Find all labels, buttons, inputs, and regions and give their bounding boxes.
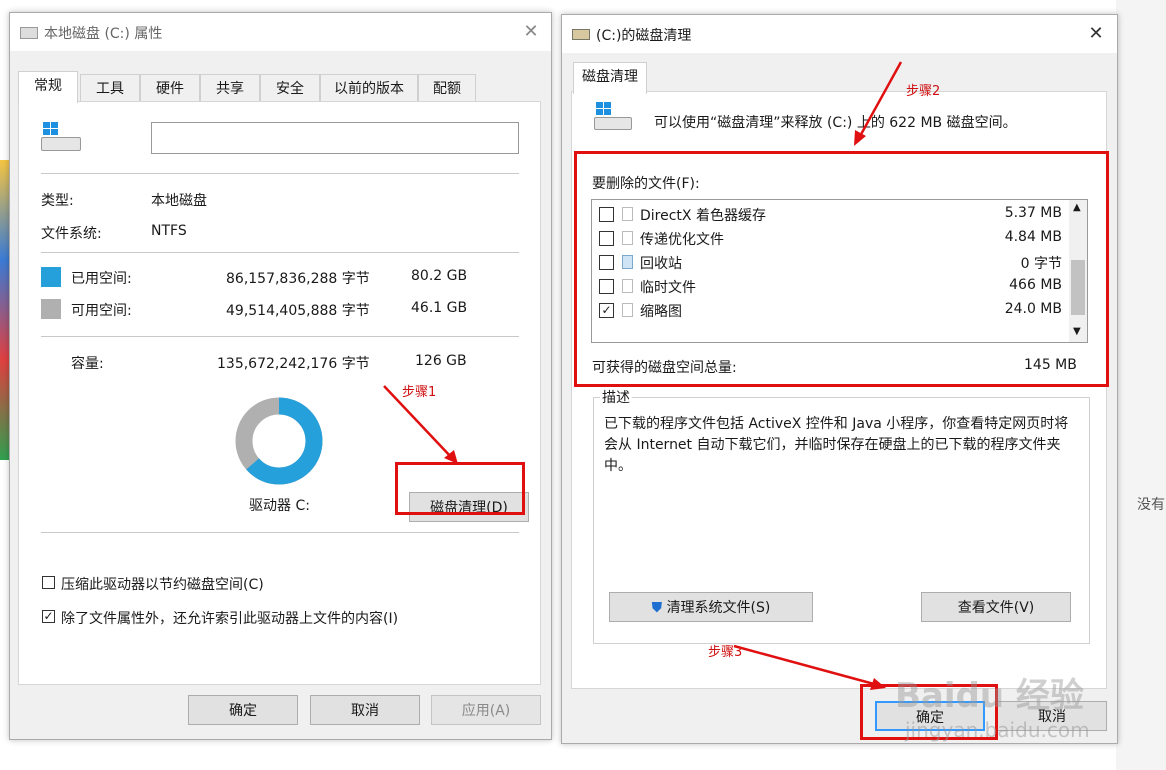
properties-titlebar: 本地磁盘 (C:) 属性 ✕ xyxy=(10,13,551,51)
drive-small-icon xyxy=(20,27,38,39)
close-icon[interactable]: ✕ xyxy=(520,21,542,43)
clean-system-files-label: 清理系统文件(S) xyxy=(666,600,771,616)
drive-label-input[interactable] xyxy=(151,122,519,154)
divider xyxy=(41,173,519,174)
free-color-swatch xyxy=(41,299,61,319)
properties-window: 本地磁盘 (C:) 属性 ✕ 常规 工具 硬件 共享 安全 以前的版本 配额 类… xyxy=(9,12,552,740)
watermark-logo: Baidu 经验 xyxy=(895,676,1084,716)
tab-previous-versions[interactable]: 以前的版本 xyxy=(320,74,418,102)
tab-security[interactable]: 安全 xyxy=(260,74,320,102)
used-label: 已用空间: xyxy=(71,271,132,287)
divider xyxy=(41,336,519,337)
cleanup-titlebar: (C:)的磁盘清理 ✕ xyxy=(562,15,1117,53)
cancel-button[interactable]: 取消 xyxy=(310,695,420,725)
used-bytes: 86,157,836,288 字节 xyxy=(226,271,370,287)
drive-icon xyxy=(41,122,81,152)
close-icon[interactable]: ✕ xyxy=(1085,23,1107,45)
type-value: 本地磁盘 xyxy=(151,193,207,209)
used-gb: 80.2 GB xyxy=(411,268,468,284)
filesystem-value: NTFS xyxy=(151,223,187,239)
clean-system-files-button[interactable]: ⛊ 清理系统文件(S) xyxy=(609,592,813,622)
ok-button[interactable]: 确定 xyxy=(188,695,298,725)
tab-general[interactable]: 常规 xyxy=(18,71,78,103)
free-bytes: 49,514,405,888 字节 xyxy=(226,303,370,319)
view-files-button[interactable]: 查看文件(V) xyxy=(921,592,1071,622)
filesystem-label: 文件系统: xyxy=(41,226,102,242)
desktop-background xyxy=(1116,0,1166,770)
used-color-swatch xyxy=(41,267,61,287)
step2-highlight-box xyxy=(574,151,1109,387)
usage-donut-chart xyxy=(235,397,323,485)
tab-disk-cleanup[interactable]: 磁盘清理 xyxy=(573,62,647,94)
tab-hardware[interactable]: 硬件 xyxy=(140,74,200,102)
type-label: 类型: xyxy=(41,193,74,209)
free-label: 可用空间: xyxy=(71,303,132,319)
drive-icon xyxy=(594,102,634,132)
shield-icon: ⛊ xyxy=(651,600,663,616)
tab-sharing[interactable]: 共享 xyxy=(200,74,260,102)
properties-title: 本地磁盘 (C:) 属性 xyxy=(44,26,163,42)
desktop-left-strip xyxy=(0,160,9,460)
step2-arrow xyxy=(854,61,903,146)
tab-quota[interactable]: 配额 xyxy=(418,74,476,102)
divider xyxy=(41,252,519,253)
divider xyxy=(41,532,519,533)
description-text: 已下载的程序文件包括 ActiveX 控件和 Java 小程序，你查看特定网页时… xyxy=(604,416,1069,474)
cleanup-title: (C:)的磁盘清理 xyxy=(596,28,692,44)
description-title: 描述 xyxy=(600,387,632,407)
index-checkbox[interactable]: ✓ xyxy=(42,610,55,623)
free-gb: 46.1 GB xyxy=(411,300,468,316)
index-label: 除了文件属性外，还允许索引此驱动器上文件的内容(I) xyxy=(61,611,399,627)
step2-label: 步骤2 xyxy=(906,84,941,99)
watermark-url: jingyan.baidu.com xyxy=(905,718,1090,742)
drive-name-label: 驱动器 C: xyxy=(249,498,310,514)
cleanup-app-icon xyxy=(572,29,590,40)
capacity-label: 容量: xyxy=(71,356,104,372)
cleanup-info-text: 可以使用“磁盘清理”来释放 (C:) 上的 622 MB 磁盘空间。 xyxy=(654,115,1017,131)
compress-checkbox[interactable] xyxy=(42,576,55,589)
background-text: 没有 xyxy=(1137,497,1165,513)
step1-arrow xyxy=(383,385,458,464)
tab-tools[interactable]: 工具 xyxy=(80,74,140,102)
capacity-gb: 126 GB xyxy=(415,353,467,369)
apply-button[interactable]: 应用(A) xyxy=(431,695,541,725)
step3-arrow xyxy=(733,644,886,690)
capacity-bytes: 135,672,242,176 字节 xyxy=(217,356,370,372)
compress-label: 压缩此驱动器以节约磁盘空间(C) xyxy=(61,577,264,593)
